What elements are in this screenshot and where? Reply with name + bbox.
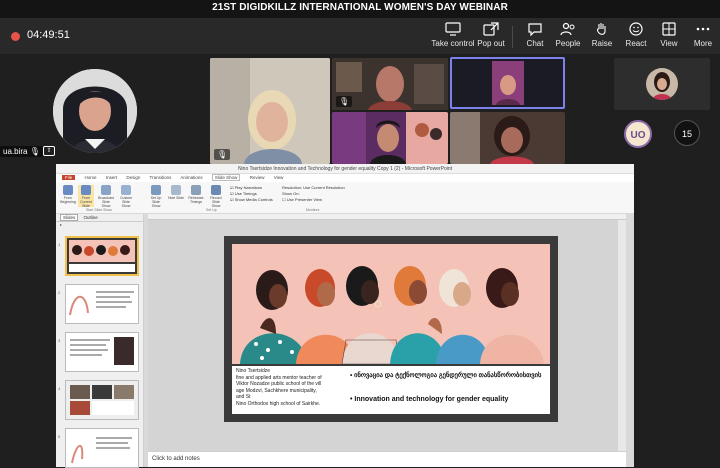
from-beginning-button[interactable]: From Beginning bbox=[60, 185, 76, 207]
slide-thumbnail-2[interactable] bbox=[65, 284, 139, 324]
slide-illustration bbox=[232, 244, 550, 364]
tab-slides[interactable]: Slides bbox=[60, 214, 79, 221]
tab-file[interactable]: File bbox=[62, 175, 76, 180]
participant-video-6[interactable] bbox=[614, 58, 710, 110]
thumb-number: 3 bbox=[58, 338, 61, 343]
participant-avatar bbox=[646, 68, 678, 100]
notes-pane[interactable]: Click to add notes bbox=[148, 451, 626, 467]
set-up-slide-show-button[interactable]: Set Up Slide Show bbox=[148, 185, 164, 208]
rehearse-timings-button[interactable]: Rehearse Timings bbox=[188, 185, 204, 207]
raise-label: Raise bbox=[591, 39, 613, 48]
vertical-scrollbar[interactable] bbox=[618, 220, 626, 451]
presenter-name-tag: ua.bira 🎙︎ bbox=[0, 146, 43, 157]
slide-canvas: Nino Tsertsidze fine and applied arts me… bbox=[148, 214, 626, 451]
slide-thumbnail-4[interactable] bbox=[65, 380, 139, 420]
custom-show-icon bbox=[121, 185, 131, 195]
people-icon bbox=[560, 22, 575, 36]
thumb-number: 2 bbox=[58, 290, 61, 295]
slide-thumbnail-1-selected[interactable] bbox=[65, 236, 139, 276]
slide-thumbnail-3[interactable] bbox=[65, 332, 139, 372]
group-label-start: Start Slide Show bbox=[86, 208, 112, 212]
tab-view[interactable]: View bbox=[274, 175, 284, 180]
horizontal-ruler bbox=[148, 214, 626, 220]
slide-thumbnail-5[interactable] bbox=[65, 428, 139, 468]
ribbon: From Beginning From Current Slide Broadc… bbox=[56, 182, 634, 214]
tab-review[interactable]: Review bbox=[250, 175, 265, 180]
section-header: ▸ bbox=[60, 222, 63, 227]
more-icon bbox=[696, 27, 710, 31]
participant-video-2[interactable]: 🎙︎ bbox=[332, 58, 448, 110]
ribbon-tabs: File Home Insert Design Transitions Anim… bbox=[56, 174, 634, 182]
chat-icon bbox=[528, 23, 542, 36]
thumb-number: 4 bbox=[58, 386, 61, 391]
presenter-name: ua.bira bbox=[3, 147, 28, 156]
slide-caption: Nino Tsertsidze fine and applied arts me… bbox=[236, 368, 322, 407]
smile-icon bbox=[629, 22, 643, 36]
participant-initials-avatar[interactable]: UO bbox=[624, 120, 652, 148]
participant-video-1[interactable]: 🎙︎ bbox=[210, 58, 330, 164]
setup-icon bbox=[151, 185, 161, 195]
timer-icon bbox=[191, 185, 201, 195]
group-label-setup: Set Up bbox=[206, 208, 217, 212]
meeting-title-bar: 21ST DIGIDKILLZ INTERNATIONAL WOMEN'S DA… bbox=[0, 0, 720, 18]
view-label: View bbox=[660, 39, 678, 48]
overflow-participants-count[interactable]: 15 bbox=[674, 120, 700, 146]
shared-screen-powerpoint: Nino Tsertsidze Innovation and Technolog… bbox=[56, 164, 634, 468]
hide-slide-icon bbox=[171, 185, 181, 195]
grid-icon bbox=[662, 22, 676, 36]
participant-video-4[interactable] bbox=[332, 112, 448, 164]
current-slide[interactable]: Nino Tsertsidze fine and applied arts me… bbox=[224, 236, 558, 422]
tab-slide-show[interactable]: Slide Show bbox=[211, 174, 241, 181]
monitor-options: Resolution: Use Current Resolution Show … bbox=[282, 185, 345, 203]
chat-label: Chat bbox=[526, 39, 544, 48]
slide-thumbnails-panel: Slides Outline ▸ 1 2 3 4 5 bbox=[56, 214, 144, 468]
record-icon bbox=[211, 185, 221, 195]
powerpoint-workspace: Slides Outline ▸ 1 2 3 4 5 Nino Tsertsid… bbox=[56, 214, 634, 468]
tab-animations[interactable]: Animations bbox=[180, 175, 202, 180]
slide-title-georgian: • ინოვაცია და ტექნოლოგია გენდერული თანას… bbox=[350, 372, 542, 379]
participant-video-5[interactable] bbox=[450, 112, 565, 164]
record-slide-show-button[interactable]: Record Slide Show bbox=[208, 185, 224, 208]
screen-share-icon: ⇧ bbox=[43, 146, 55, 156]
broadcast-icon bbox=[101, 185, 111, 195]
slideshow-icon bbox=[63, 185, 73, 195]
more-label: More bbox=[693, 39, 713, 48]
slideshow-icon bbox=[81, 185, 91, 195]
participant-video-3-active[interactable] bbox=[450, 57, 565, 109]
meeting-toolbar: 04:49:51 Take control Pop out Chat Peopl… bbox=[0, 18, 720, 54]
presenter-view-checkbox[interactable]: ☐ Use Presenter View bbox=[282, 197, 345, 203]
ribbon-checkboxes: ☑ Play Narrations ☑ Use Timings ☑ Show M… bbox=[230, 185, 273, 203]
hide-slide-button[interactable]: Hide Slide bbox=[168, 185, 184, 207]
thumb-number: 1 bbox=[58, 242, 61, 247]
pop-out-button[interactable]: Pop out bbox=[466, 22, 516, 48]
tab-design[interactable]: Design bbox=[126, 175, 140, 180]
hand-icon bbox=[596, 23, 606, 35]
thumb-number: 5 bbox=[58, 434, 61, 439]
custom-slide-show-button[interactable]: Custom Slide Show bbox=[118, 185, 134, 208]
broadcast-button[interactable]: Broadcast Slide Show bbox=[98, 185, 114, 208]
recording-indicator-icon bbox=[11, 32, 20, 41]
group-label-monitors: Monitors bbox=[306, 208, 320, 212]
pop-out-icon bbox=[483, 22, 499, 36]
tab-insert[interactable]: Insert bbox=[106, 175, 117, 180]
monitor-icon bbox=[445, 22, 461, 36]
panel-tabs: Slides Outline bbox=[56, 214, 143, 222]
powerpoint-window-title: Nino Tsertsidze Innovation and Technolog… bbox=[56, 164, 634, 174]
mic-muted-icon: 🎙︎ bbox=[214, 149, 231, 160]
meeting-title: 21ST DIGIDKILLZ INTERNATIONAL WOMEN'S DA… bbox=[212, 2, 508, 13]
tab-home[interactable]: Home bbox=[85, 175, 97, 180]
tab-outline[interactable]: Outline bbox=[84, 215, 98, 220]
pop-out-label: Pop out bbox=[477, 39, 505, 48]
slide-text-area: Nino Tsertsidze fine and applied arts me… bbox=[232, 366, 550, 414]
mic-muted-icon: 🎙︎ bbox=[336, 96, 353, 107]
show-media-controls-checkbox[interactable]: ☑ Show Media Controls bbox=[230, 197, 273, 203]
from-current-slide-button[interactable]: From Current Slide bbox=[78, 185, 94, 208]
mic-muted-icon: 🎙︎ bbox=[29, 147, 40, 156]
more-button[interactable]: More bbox=[678, 22, 720, 48]
meeting-timer: 04:49:51 bbox=[27, 29, 70, 41]
tab-transitions[interactable]: Transitions bbox=[150, 175, 172, 180]
slide-title-english: • Innovation and technology for gender e… bbox=[350, 396, 509, 403]
presenter-avatar[interactable] bbox=[53, 69, 137, 153]
